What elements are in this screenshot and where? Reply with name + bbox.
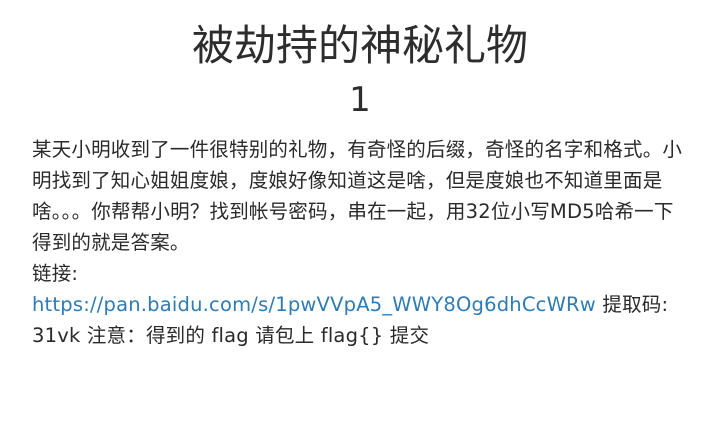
challenge-title: 被劫持的神秘礼物 xyxy=(191,21,528,70)
link-label: 链接: xyxy=(32,262,79,285)
challenge-points: 1 xyxy=(349,80,371,120)
download-link[interactable]: https://pan.baidu.com/s/1pwVVpA5_WWY8Og6… xyxy=(32,293,596,316)
challenge-description: 某天小明收到了一件很特别的礼物，有奇怪的后缀，奇怪的名字和格式。小明找到了知心姐… xyxy=(32,134,688,351)
challenge-panel: 被劫持的神秘礼物 1 某天小明收到了一件很特别的礼物，有奇怪的后缀，奇怪的名字和… xyxy=(0,0,714,437)
description-text: 某天小明收到了一件很特别的礼物，有奇怪的后缀，奇怪的名字和格式。小明找到了知心姐… xyxy=(32,138,683,254)
